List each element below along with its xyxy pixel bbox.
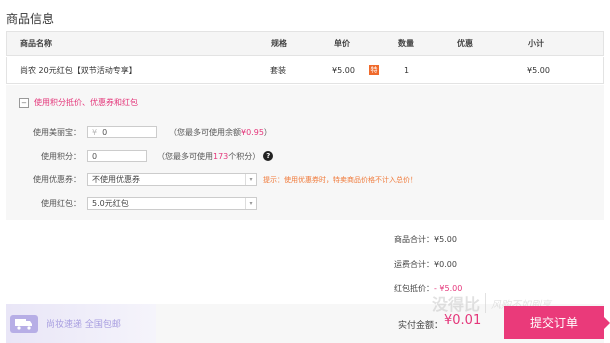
balance-hint-prefix: （您最多可使用余额 xyxy=(169,127,241,137)
redpacket-total-label: 红包抵价： xyxy=(394,284,434,293)
promo-badge-icon: 特 xyxy=(369,65,379,75)
col-header-subtotal: 小计 xyxy=(528,39,544,48)
col-header-name: 商品名称 xyxy=(20,39,52,48)
pay-amount-value: ¥0.01 xyxy=(444,313,482,328)
balance-row: 使用美丽宝： ¥ 0 （您最多可使用余额 ¥0.95 ） xyxy=(6,126,272,138)
points-hint-prefix: （您最多可使用 xyxy=(157,151,213,161)
discount-panel: − 使用积分抵价、优惠券和红包 使用美丽宝： ¥ 0 （您最多可使用余额 ¥0.… xyxy=(6,85,604,220)
discount-toggle-label[interactable]: 使用积分抵价、优惠券和红包 xyxy=(34,97,138,108)
goods-total-label: 商品合计： xyxy=(394,235,434,244)
col-header-qty: 数量 xyxy=(398,39,414,48)
promo-badge: 特 xyxy=(369,57,379,83)
chevron-down-icon: ▾ xyxy=(245,174,256,185)
product-subtotal: ¥5.00 xyxy=(527,65,550,75)
table-header: 商品名称 规格 单价 数量 优惠 小计 xyxy=(6,31,604,56)
redpacket-selected: 5.0元红包 xyxy=(92,199,129,208)
points-hint-amount: 173 xyxy=(213,151,229,161)
goods-total-row: 商品合计：¥5.00 xyxy=(394,234,457,245)
truck-icon-svg xyxy=(15,318,32,330)
currency-prefix: ¥ xyxy=(92,127,98,137)
truck-icon xyxy=(10,314,38,333)
points-row: 使用积分： 0 （您最多可使用 173 个积分） ? xyxy=(6,150,274,162)
product-spec: 套装 xyxy=(270,65,286,75)
coupon-tip: 提示：使用优惠券时，特卖商品价格不计入总价！ xyxy=(263,175,417,184)
points-label: 使用积分： xyxy=(41,151,81,161)
points-input[interactable]: 0 xyxy=(87,150,147,162)
coupon-select[interactable]: 不使用优惠券 ▾ xyxy=(87,173,257,186)
shipping-promo-text: 尚妆速递 全国包邮 xyxy=(46,320,121,330)
col-header-price: 单价 xyxy=(334,39,350,48)
coupon-label: 使用优惠券： xyxy=(33,175,81,184)
table-row: 尚农 20元红包【双节活动专享】 套装 ¥5.00 特 1 ¥5.00 xyxy=(6,57,604,84)
points-value: 0 xyxy=(92,151,98,161)
pay-amount-label: 实付金额： xyxy=(398,321,444,331)
shipping-promo-banner: 尚妆速递 全国包邮 xyxy=(6,304,156,343)
redpacket-select[interactable]: 5.0元红包 ▾ xyxy=(87,197,257,210)
col-header-discount: 优惠 xyxy=(457,39,473,48)
product-price: ¥5.00 xyxy=(332,65,355,75)
balance-label: 使用美丽宝： xyxy=(33,127,81,137)
balance-input[interactable]: ¥ 0 xyxy=(87,126,157,138)
collapse-icon[interactable]: − xyxy=(19,97,29,108)
submit-order-button[interactable]: 提交订单 xyxy=(504,306,610,339)
balance-hint-amount: ¥0.95 xyxy=(241,127,264,137)
redpacket-row: 使用红包： 5.0元红包 ▾ xyxy=(6,197,257,210)
chevron-down-icon: ▾ xyxy=(245,198,256,209)
points-hint-suffix: 个积分） xyxy=(228,151,261,161)
product-name-link[interactable]: 尚农 20元红包【双节活动专享】 xyxy=(20,57,137,83)
coupon-selected: 不使用优惠券 xyxy=(92,175,140,184)
balance-value: 0 xyxy=(102,127,108,137)
help-icon[interactable]: ? xyxy=(263,151,274,161)
redpacket-total-value: - ¥5.00 xyxy=(434,284,463,293)
balance-hint-suffix: ） xyxy=(263,127,272,137)
redpacket-total-row: 红包抵价：- ¥5.00 xyxy=(394,283,462,294)
coupon-row: 使用优惠券： 不使用优惠券 ▾ 提示：使用优惠券时，特卖商品价格不计入总价！ xyxy=(6,173,417,186)
shipping-total-label: 运费合计： xyxy=(394,260,434,269)
section-title: 商品信息 xyxy=(6,12,55,26)
discount-toggle[interactable]: − 使用积分抵价、优惠券和红包 xyxy=(19,97,138,108)
shipping-total-row: 运费合计：¥0.00 xyxy=(394,259,457,270)
col-header-spec: 规格 xyxy=(271,39,287,48)
shipping-total-value: ¥0.00 xyxy=(434,260,457,269)
product-qty: 1 xyxy=(404,65,410,75)
goods-total-value: ¥5.00 xyxy=(434,235,457,244)
redpacket-label: 使用红包： xyxy=(41,199,81,208)
